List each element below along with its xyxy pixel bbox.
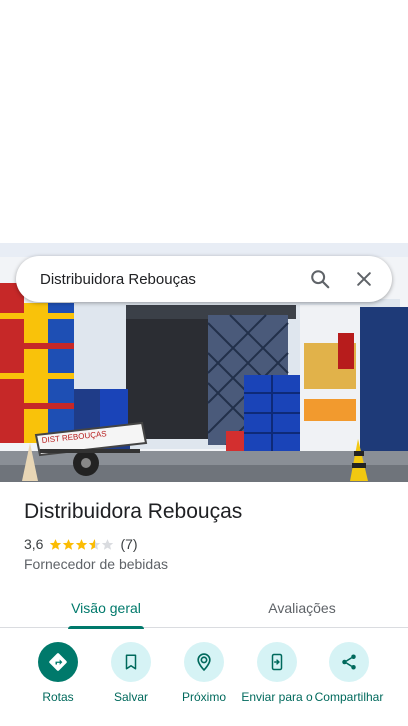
save-circle xyxy=(111,642,151,682)
directions-icon xyxy=(49,653,67,671)
rating-value: 3,6 xyxy=(24,536,44,552)
directions-button[interactable]: Rotas xyxy=(22,642,94,704)
review-count: (7) xyxy=(120,536,138,552)
bookmark-icon xyxy=(125,654,137,670)
tab-overview[interactable]: Visão geral xyxy=(48,588,164,629)
place-category: Fornecedor de bebidas xyxy=(24,556,168,572)
share-circle xyxy=(329,642,369,682)
action-bar: Rotas Salvar Próximo Enviar para o Compa… xyxy=(0,640,408,726)
rating-stars xyxy=(49,538,114,551)
nearby-label: Próximo xyxy=(181,690,226,704)
directions-circle xyxy=(38,642,78,682)
send-to-phone-button[interactable]: Enviar para o xyxy=(241,642,313,704)
star-icon xyxy=(50,538,62,550)
save-button[interactable]: Salvar xyxy=(95,642,167,704)
nearby-button[interactable]: Próximo xyxy=(168,642,240,704)
share-button[interactable]: Compartilhar xyxy=(313,642,385,704)
close-button[interactable] xyxy=(342,257,386,301)
close-icon xyxy=(357,272,371,286)
search-bar[interactable]: Distribuidora Rebouças xyxy=(16,256,392,302)
search-input[interactable]: Distribuidora Rebouças xyxy=(16,271,298,288)
search-button[interactable] xyxy=(298,257,342,301)
star-icon xyxy=(63,538,75,550)
send-circle xyxy=(257,642,297,682)
nearby-circle xyxy=(184,642,224,682)
tab-reviews[interactable]: Avaliações xyxy=(246,588,358,628)
share-label: Compartilhar xyxy=(314,690,384,704)
search-icon xyxy=(311,270,330,289)
send-to-phone-icon xyxy=(271,653,283,671)
tab-bar: Visão geral Avaliações xyxy=(0,588,408,629)
save-label: Salvar xyxy=(113,690,148,704)
star-icon xyxy=(76,538,88,550)
map-area-blank xyxy=(0,0,408,243)
nearby-icon xyxy=(197,653,211,672)
star-empty-icon xyxy=(102,538,114,550)
rating-row[interactable]: 3,6 (7) xyxy=(24,536,138,552)
directions-label: Rotas xyxy=(42,690,74,704)
send-label: Enviar para o xyxy=(241,690,313,704)
star-half-icon xyxy=(89,538,101,550)
place-title: Distribuidora Rebouças xyxy=(24,500,243,523)
share-icon xyxy=(342,654,356,670)
